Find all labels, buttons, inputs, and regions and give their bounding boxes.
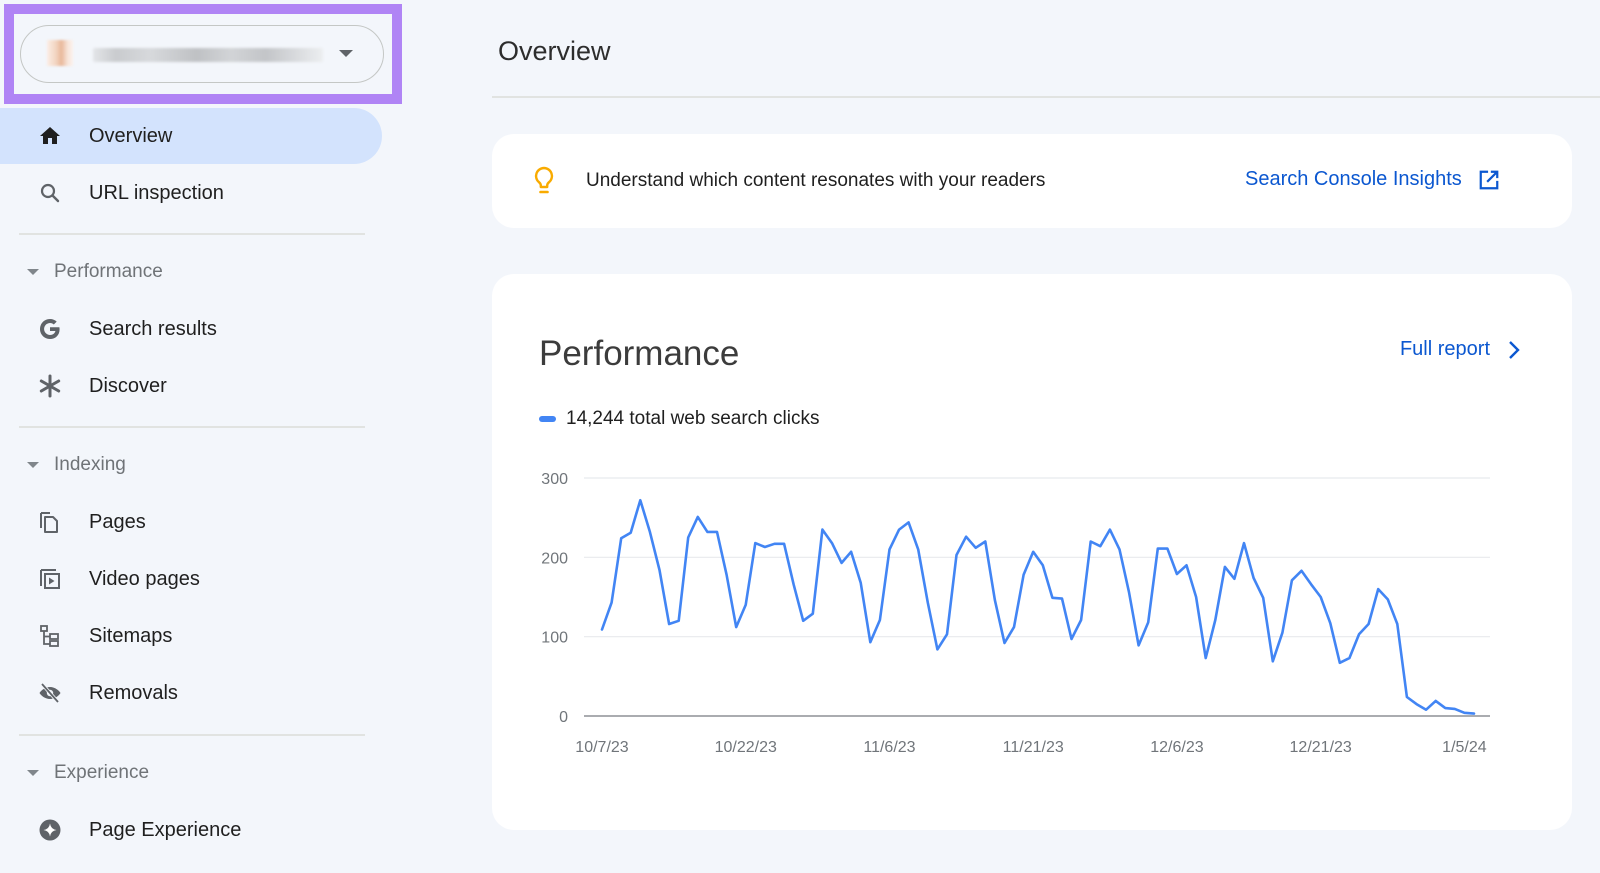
x-tick-label: 10/22/23 [715,739,777,756]
home-icon [38,124,62,148]
page-title: Overview [498,36,611,66]
sidebar-item-label: Video pages [89,567,200,590]
sidebar-item-label: Removals [89,681,178,704]
sidebar-item-label: URL inspection [89,181,224,204]
sidebar-item-video-pages[interactable]: Video pages [0,551,382,607]
caret-down-icon [27,269,39,275]
title-divider [492,96,1600,98]
sidebar-item-page-experience[interactable]: Page Experience [0,802,382,858]
section-label: Performance [54,261,163,282]
sidebar-item-sitemaps[interactable]: Sitemaps [0,608,382,664]
insights-message: Understand which content resonates with … [586,170,1046,191]
x-tick-label: 10/7/23 [575,739,628,756]
sidebar-item-removals[interactable]: Removals [0,665,382,721]
property-favicon [47,40,73,66]
y-tick-label: 300 [541,471,568,488]
sidebar-item-discover[interactable]: Discover [0,358,382,414]
insights-link-label: Search Console Insights [1245,168,1462,190]
chevron-down-icon [339,50,353,57]
lightbulb-icon [532,165,556,202]
x-tick-label: 12/21/23 [1290,739,1352,756]
sidebar-item-label: Sitemaps [89,624,173,647]
property-selector[interactable] [20,25,384,83]
sidebar-item-label: Pages [89,510,146,533]
sidebar-divider [19,233,365,235]
sitemap-icon [38,624,62,648]
y-tick-label: 200 [541,550,568,567]
x-tick-label: 12/6/23 [1150,739,1203,756]
page-experience-icon [38,818,62,842]
x-tick-label: 11/6/23 [863,739,915,756]
asterisk-icon [38,374,62,398]
sidebar-item-label: Overview [89,124,173,147]
sidebar-item-overview[interactable]: Overview [0,108,382,164]
eye-off-icon [38,681,62,705]
sidebar-item-pages[interactable]: Pages [0,494,382,550]
video-pages-icon [38,567,62,591]
sidebar-divider [19,734,365,736]
clicks-series-line [600,498,1476,715]
clicks-line-chart: 0 100 200 300 10/7/23 10/22/23 11/6/23 11/21/2… [541,471,1490,756]
search-icon [38,181,62,205]
y-tick-label: 100 [541,630,568,647]
open-in-new-icon [1478,169,1500,191]
section-toggle-indexing[interactable]: Indexing [0,447,370,483]
sidebar-item-url-inspection[interactable]: URL inspection [0,165,382,221]
x-tick-label: 1/5/24 [1442,739,1487,756]
section-label: Experience [54,762,150,783]
search-console-insights-link[interactable]: Search Console Insights [1245,168,1500,191]
performance-card: Performance Full report 14,244 total web… [492,274,1572,830]
sidebar: Overview URL inspection Performance Sear… [0,0,402,873]
x-tick-label: 11/21/23 [1003,739,1064,756]
sidebar-item-search-results[interactable]: Search results [0,301,382,357]
caret-down-icon [27,462,39,468]
sidebar-item-label: Discover [89,374,167,397]
insights-card: Understand which content resonates with … [492,134,1572,228]
sidebar-item-label: Page Experience [89,818,242,841]
google-g-icon [38,317,62,341]
sidebar-item-label: Search results [89,317,217,340]
section-toggle-experience[interactable]: Experience [0,755,370,791]
section-toggle-performance[interactable]: Performance [0,254,370,290]
caret-down-icon [27,770,39,776]
sidebar-divider [19,426,365,428]
pages-icon [38,510,62,534]
y-tick-label: 0 [559,709,568,726]
section-label: Indexing [54,454,126,475]
property-name-blurred [93,48,323,62]
